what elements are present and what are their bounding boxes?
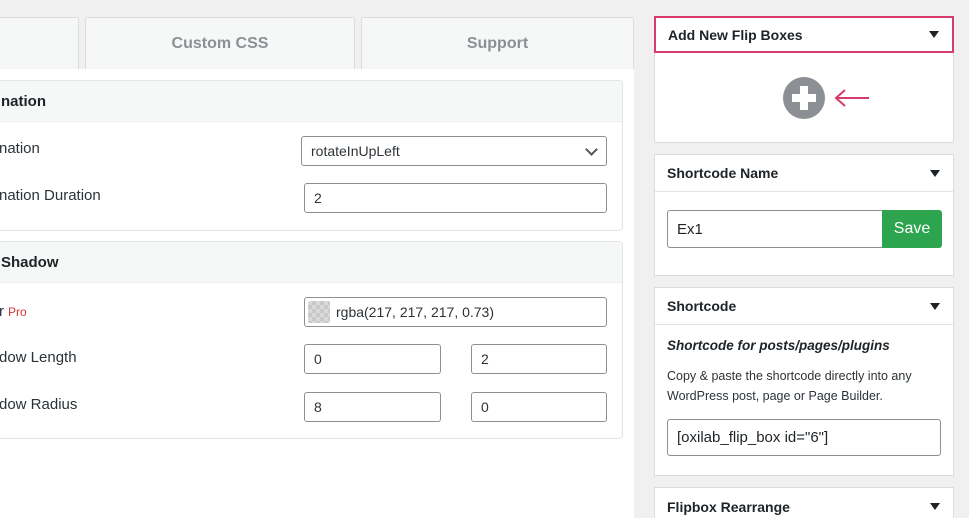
shadow-color-value: rgba(217, 217, 217, 0.73)	[336, 304, 495, 320]
shortcode-header[interactable]: Shortcode	[655, 288, 953, 325]
animation-section: nation nation rotateInUpLeft nation Dura…	[0, 80, 623, 231]
save-button[interactable]: Save	[882, 210, 942, 248]
shortcode-panel: Shortcode Shortcode for posts/pages/plug…	[654, 287, 954, 476]
shortcode-description: Copy & paste the shortcode directly into…	[667, 369, 912, 403]
shadow-radius-label: dow Radius	[0, 396, 78, 413]
shadow-length-value: 2	[481, 351, 489, 367]
animation-duration-value: 2	[314, 190, 322, 206]
animation-select[interactable]: rotateInUpLeft	[301, 136, 607, 166]
tab-partial[interactable]	[0, 17, 79, 70]
shortcode-title: Shortcode	[667, 298, 737, 314]
shortcode-code-field[interactable]: [oxilab_flip_box id="6"]	[667, 419, 941, 456]
shadow-length-value: 0	[314, 351, 322, 367]
chevron-down-icon	[585, 143, 598, 156]
shadow-length-label: dow Length	[0, 349, 77, 366]
animation-duration-label: nation Duration	[0, 187, 101, 204]
rearrange-title: Flipbox Rearrange	[667, 498, 790, 515]
shortcode-subtitle: Shortcode for posts/pages/plugins	[667, 338, 890, 353]
animation-label: nation	[0, 140, 40, 157]
pro-badge: Pro	[8, 305, 27, 319]
triangle-down-icon[interactable]	[930, 503, 940, 510]
tab-custom-css[interactable]: Custom CSS	[85, 17, 355, 70]
triangle-down-icon[interactable]	[930, 302, 940, 310]
shadow-color-picker[interactable]: rgba(217, 217, 217, 0.73)	[304, 297, 607, 327]
shadow-length-input-1[interactable]: 0	[304, 344, 441, 374]
rearrange-header[interactable]: Flipbox Rearrange	[655, 488, 953, 518]
arrow-left-icon	[834, 89, 869, 107]
color-swatch[interactable]	[308, 301, 330, 323]
shadow-section-title: Shadow	[0, 242, 622, 283]
animation-duration-input[interactable]: 2	[304, 183, 607, 213]
add-new-panel-header[interactable]: Add New Flip Boxes	[654, 16, 954, 53]
shortcode-name-title: Shortcode Name	[667, 165, 779, 181]
triangle-down-icon[interactable]	[930, 169, 940, 177]
add-new-panel: Add New Flip Boxes	[654, 16, 954, 143]
shadow-radius-input-1[interactable]: 8	[304, 392, 441, 422]
shortcode-name-panel: Shortcode Name Ex1 Save	[654, 154, 954, 276]
shadow-color-label: r Pro	[0, 303, 27, 320]
tab-label: Custom CSS	[171, 35, 269, 52]
tab-support[interactable]: Support	[361, 17, 634, 70]
add-new-title: Add New Flip Boxes	[668, 26, 803, 43]
shortcode-code-value: [oxilab_flip_box id="6"]	[677, 429, 829, 446]
shadow-radius-value: 0	[481, 399, 489, 415]
plus-circle-icon[interactable]	[783, 77, 825, 119]
shortcode-name-value: Ex1	[677, 220, 703, 238]
animation-section-title: nation	[0, 81, 622, 122]
shadow-radius-value: 8	[314, 399, 322, 415]
animation-select-value: rotateInUpLeft	[311, 143, 400, 159]
shadow-color-label-text: r	[0, 303, 4, 320]
triangle-down-icon[interactable]	[929, 31, 939, 38]
shadow-length-input-2[interactable]: 2	[471, 344, 607, 374]
shortcode-name-header[interactable]: Shortcode Name	[655, 155, 953, 192]
shortcode-name-input[interactable]: Ex1	[667, 210, 883, 248]
tab-label: Support	[466, 35, 529, 52]
rearrange-panel: Flipbox Rearrange	[654, 487, 954, 518]
shadow-radius-input-2[interactable]: 0	[471, 392, 607, 422]
shadow-section: Shadow r Pro rgba(217, 217, 217, 0.73) do…	[0, 241, 623, 439]
